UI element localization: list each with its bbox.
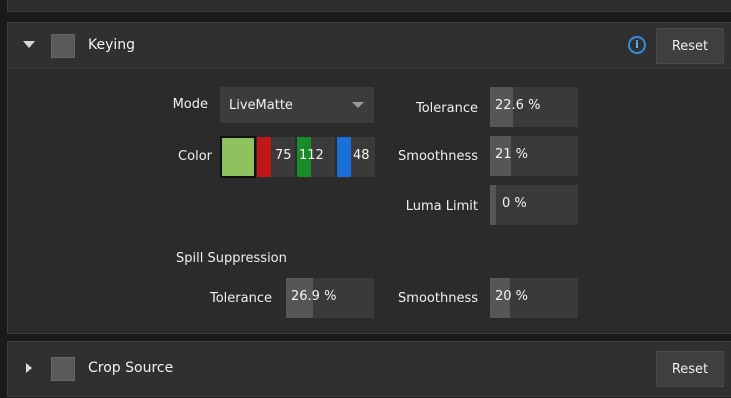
keying-title: Keying (88, 37, 136, 53)
spill-suppression-heading: Spill Suppression (176, 251, 287, 266)
tolerance-value: 22.6 % (495, 98, 541, 113)
smoothness-field[interactable]: 21 % (490, 136, 578, 176)
crop-reset-button[interactable]: Reset (656, 351, 724, 387)
blue-channel-field[interactable]: 48 (337, 137, 375, 177)
color-label: Color (178, 149, 212, 164)
tolerance-field[interactable]: 22.6 % (490, 87, 578, 127)
luma-limit-fill (490, 185, 496, 225)
crop-enable-checkbox[interactable] (51, 357, 75, 381)
keying-reset-button[interactable]: Reset (656, 28, 724, 64)
expand-triangle-icon[interactable] (26, 363, 32, 373)
luma-limit-value: 0 % (502, 196, 527, 211)
green-channel-field[interactable]: 112 (297, 137, 335, 177)
keying-enable-checkbox[interactable] (51, 34, 75, 58)
red-channel-value: 75 (275, 148, 292, 163)
spill-smoothness-field[interactable]: 20 % (490, 278, 578, 318)
green-channel-value: 112 (299, 148, 324, 163)
mode-value: LiveMatte (229, 97, 293, 113)
key-color-swatch[interactable] (220, 136, 256, 178)
red-channel-field[interactable]: 75 (257, 137, 295, 177)
spill-smoothness-value: 20 % (495, 289, 529, 304)
red-channel-bar (257, 137, 271, 177)
crop-source-panel: Crop Source Reset (7, 341, 731, 397)
keying-settings-view: Keying i Reset Mode LiveMatte Color 75 1… (0, 0, 731, 398)
spill-tolerance-label: Tolerance (210, 291, 272, 306)
keying-header[interactable]: Keying i Reset (8, 23, 731, 69)
mode-label: Mode (172, 97, 208, 112)
spill-smoothness-label: Smoothness (398, 291, 478, 306)
luma-limit-field[interactable]: 0 % (490, 185, 578, 225)
spill-tolerance-value: 26.9 % (291, 289, 337, 304)
blue-channel-value: 48 (353, 148, 370, 163)
dropdown-caret-icon (352, 102, 364, 108)
previous-panel-edge (7, 0, 731, 12)
blue-channel-bar (337, 137, 351, 177)
crop-source-title: Crop Source (88, 360, 174, 376)
tolerance-label: Tolerance (416, 101, 478, 116)
crop-source-header[interactable]: Crop Source Reset (8, 342, 731, 396)
luma-limit-label: Luma Limit (405, 199, 478, 214)
mode-select[interactable]: LiveMatte (220, 87, 374, 123)
info-icon[interactable]: i (628, 36, 646, 54)
collapse-triangle-icon[interactable] (23, 41, 35, 48)
keying-panel: Keying i Reset Mode LiveMatte Color 75 1… (7, 22, 731, 334)
spill-tolerance-field[interactable]: 26.9 % (286, 278, 374, 318)
smoothness-value: 21 % (495, 147, 529, 162)
smoothness-label: Smoothness (398, 149, 478, 164)
